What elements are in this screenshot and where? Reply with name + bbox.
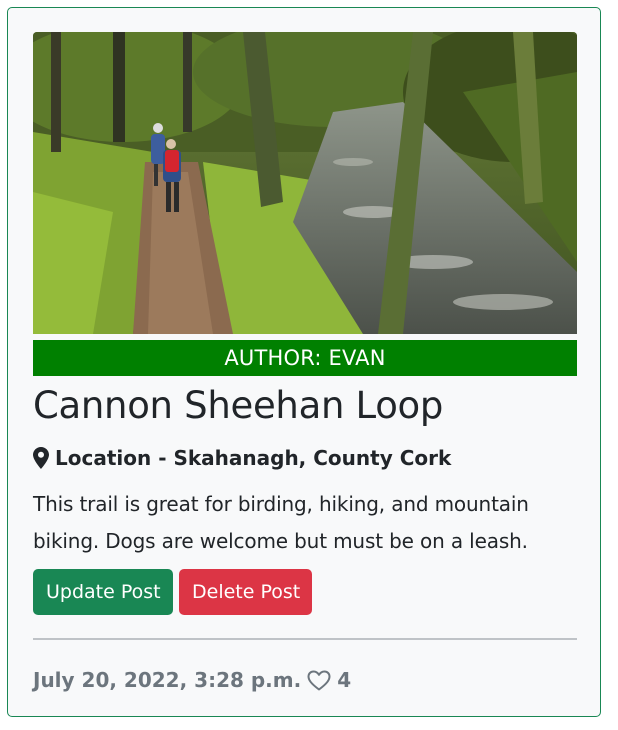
heart-outline-icon (307, 670, 331, 690)
post-description: This trail is great for birding, hiking,… (33, 492, 529, 553)
like-count: 4 (337, 668, 352, 692)
delete-post-button[interactable]: Delete Post (179, 569, 312, 615)
trail-photo (33, 32, 577, 334)
author-banner: AUTHOR: EVAN (33, 340, 577, 376)
post-date: July 20, 2022, 3:28 p.m. (33, 668, 302, 692)
post-footer: July 20, 2022, 3:28 p.m. 4 (33, 668, 351, 692)
like-button[interactable]: 4 (307, 668, 351, 692)
update-post-button[interactable]: Update Post (33, 569, 173, 615)
map-marker-icon (33, 447, 49, 469)
post-card: AUTHOR: EVAN Cannon Sheehan Loop Locatio… (7, 7, 601, 717)
post-title: Cannon Sheehan Loop (33, 384, 444, 427)
post-location: Location - Skahanagh, County Cork (33, 446, 451, 470)
location-text: Location - Skahanagh, County Cork (55, 446, 452, 470)
card-divider (33, 638, 577, 640)
